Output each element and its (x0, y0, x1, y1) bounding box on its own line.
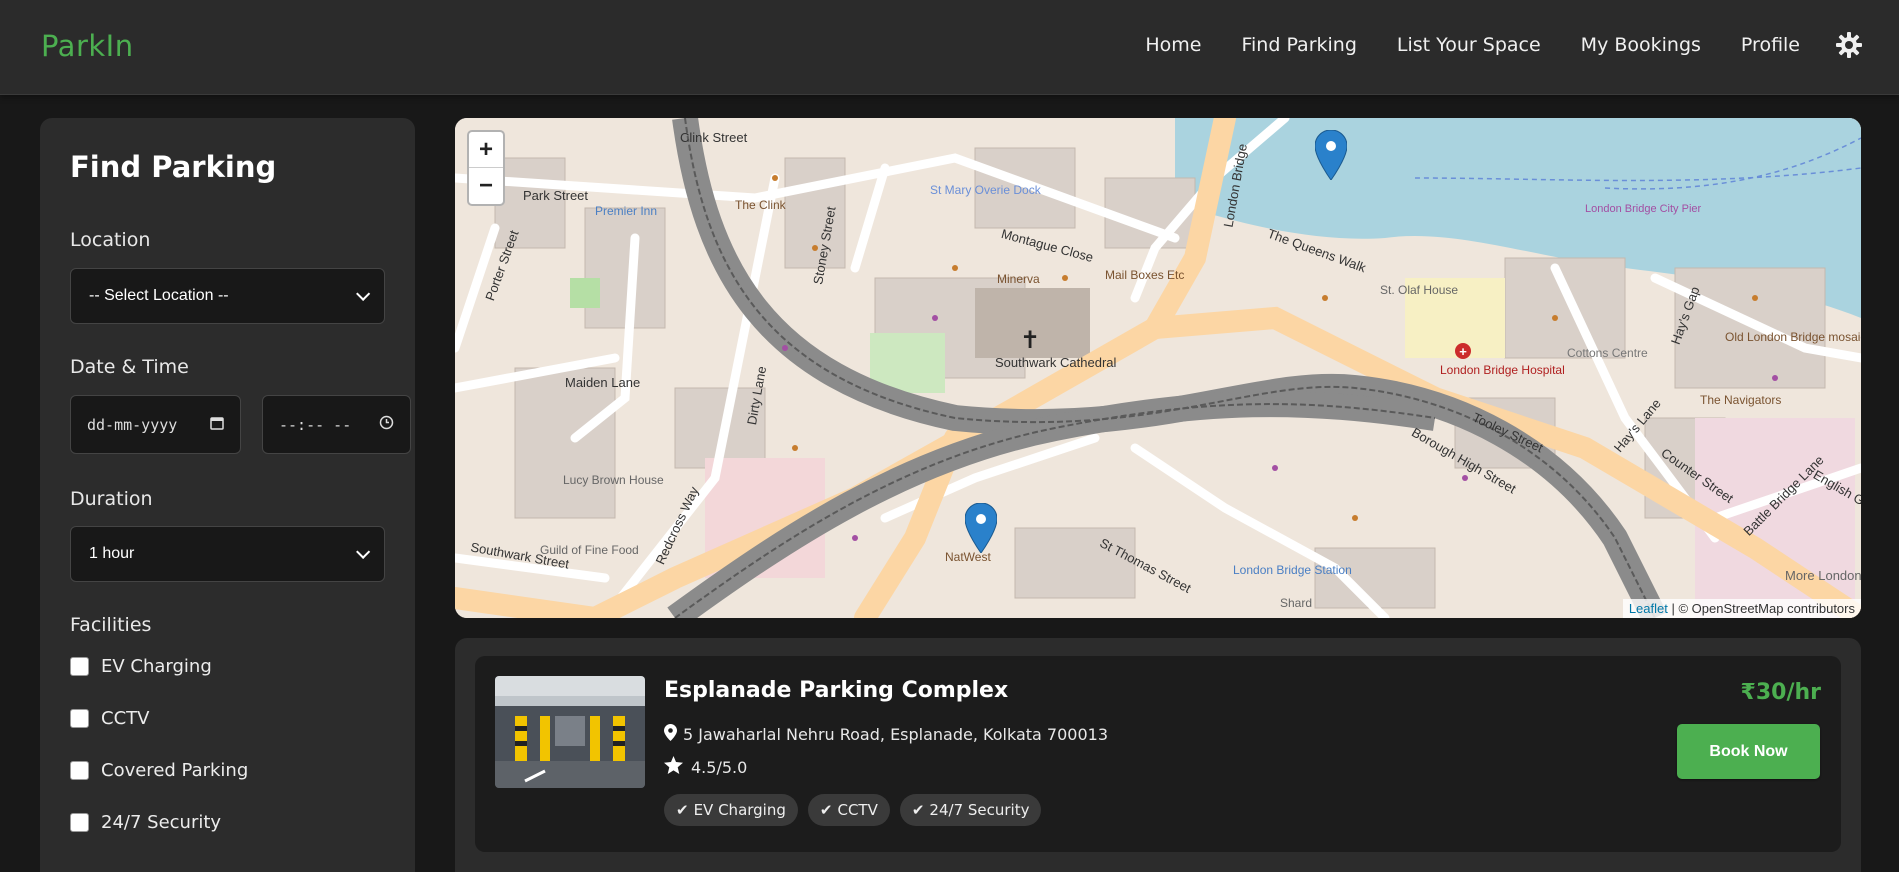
map-label: Mail Boxes Etc (1105, 268, 1185, 282)
parking-map[interactable]: ✝ + Clink Street Park Street Premier Inn… (455, 118, 1861, 618)
map-label: Lucy Brown House (563, 473, 664, 487)
location-select-value: -- Select Location -- (89, 287, 229, 304)
parking-price: ₹30/hr (1740, 680, 1821, 705)
parking-thumbnail (495, 676, 645, 788)
main-nav: Home Find Parking List Your Space My Boo… (1145, 34, 1800, 56)
map-marker-icon[interactable] (964, 502, 998, 557)
parking-rating: 4.5/5.0 (664, 756, 747, 778)
checkbox[interactable] (70, 709, 89, 728)
map-marker-icon[interactable] (1314, 129, 1348, 184)
duration-select-value: 1 hour (89, 545, 135, 562)
book-now-button[interactable]: Book Now (1677, 724, 1820, 779)
nav-home[interactable]: Home (1145, 34, 1201, 56)
facility-label: Covered Parking (101, 760, 249, 781)
map-label: London Bridge Station (1233, 563, 1352, 577)
checkbox[interactable] (70, 657, 89, 676)
checkbox[interactable] (70, 761, 89, 780)
facility-label: EV Charging (101, 656, 212, 677)
gear-icon[interactable] (1834, 30, 1864, 60)
map-label: Southwark Cathedral (995, 355, 1117, 370)
check-icon: ✔ (676, 801, 689, 819)
facility-tags: ✔ EV Charging ✔ CCTV ✔ 24/7 Security (664, 794, 1042, 826)
facility-tag: ✔ EV Charging (664, 794, 798, 826)
svg-text:✝: ✝ (1020, 327, 1040, 354)
sidebar-title: Find Parking (70, 150, 277, 184)
datetime-label: Date & Time (70, 356, 189, 378)
map-label: London Bridge City Pier (1585, 203, 1702, 215)
zoom-out-button[interactable]: − (469, 168, 503, 204)
top-navbar: ParkIn Home Find Parking List Your Space… (0, 0, 1899, 95)
star-icon (664, 756, 683, 778)
zoom-control: + − (467, 130, 505, 206)
map-label: Shard (1280, 596, 1313, 610)
map-label: Park Street (523, 188, 589, 203)
chevron-down-icon (356, 286, 371, 301)
facility-cctv[interactable]: CCTV (70, 708, 149, 729)
map-label: The Clink (735, 198, 786, 212)
parking-address: 5 Jawaharlal Nehru Road, Esplanade, Kolk… (664, 724, 1108, 745)
duration-label: Duration (70, 488, 153, 510)
facility-tag: ✔ CCTV (807, 794, 890, 826)
map-label: Minerva (997, 272, 1040, 286)
zoom-in-button[interactable]: + (469, 132, 503, 168)
parking-name[interactable]: Esplanade Parking Complex (664, 678, 1008, 703)
tag-label: CCTV (837, 801, 878, 819)
time-placeholder: --:-- -- (279, 415, 352, 434)
checkbox[interactable] (70, 813, 89, 832)
location-label: Location (70, 229, 151, 251)
calendar-icon (210, 416, 224, 434)
chevron-down-icon (356, 544, 371, 559)
facilities-label: Facilities (70, 614, 152, 636)
check-icon: ✔ (911, 801, 925, 819)
attribution-text: | © OpenStreetMap contributors (1671, 601, 1856, 616)
address-text: 5 Jawaharlal Nehru Road, Esplanade, Kolk… (683, 725, 1108, 744)
leaflet-link[interactable]: Leaflet (1629, 601, 1668, 616)
facility-covered-parking[interactable]: Covered Parking (70, 760, 248, 781)
map-label: Cottons Centre (1567, 346, 1648, 360)
nav-list-your-space[interactable]: List Your Space (1397, 34, 1541, 56)
location-pin-icon (664, 724, 677, 745)
map-label: Old London Bridge mosaic (1725, 330, 1861, 344)
facility-ev-charging[interactable]: EV Charging (70, 656, 212, 677)
filter-sidebar: Find Parking Location -- Select Location… (40, 118, 415, 872)
nav-profile[interactable]: Profile (1741, 34, 1800, 56)
results-panel: Esplanade Parking Complex 5 Jawaharlal N… (455, 638, 1861, 872)
map-label: Clink Street (680, 130, 748, 145)
map-label: London Bridge Hospital (1440, 363, 1565, 377)
brand-logo[interactable]: ParkIn (41, 29, 134, 63)
parking-card[interactable]: Esplanade Parking Complex 5 Jawaharlal N… (475, 656, 1841, 852)
map-label: The Navigators (1700, 393, 1782, 407)
map-label: St Mary Overie Dock (930, 183, 1041, 197)
location-select[interactable]: -- Select Location -- (70, 268, 385, 324)
map-label: St. Olaf House (1380, 283, 1459, 297)
facility-247-security[interactable]: 24/7 Security (70, 812, 221, 833)
check-icon: ✔ (819, 801, 833, 819)
nav-find-parking[interactable]: Find Parking (1241, 34, 1356, 56)
map-label: Premier Inn (595, 204, 658, 218)
nav-my-bookings[interactable]: My Bookings (1581, 34, 1701, 56)
facility-label: CCTV (101, 708, 150, 729)
map-label: More London (1785, 568, 1861, 583)
tag-label: 24/7 Security (929, 801, 1030, 819)
clock-icon (379, 415, 394, 434)
rating-text: 4.5/5.0 (691, 757, 748, 777)
date-input[interactable]: dd-mm-yyyy (70, 395, 241, 454)
tag-label: EV Charging (693, 801, 786, 819)
facility-label: 24/7 Security (101, 812, 222, 833)
facility-tag: ✔ 24/7 Security (899, 794, 1042, 826)
date-placeholder: dd-mm-yyyy (87, 415, 178, 434)
duration-select[interactable]: 1 hour (70, 526, 385, 582)
map-attribution: Leaflet | © OpenStreetMap contributors (1622, 599, 1861, 618)
time-input[interactable]: --:-- -- (262, 395, 411, 454)
map-label: Maiden Lane (565, 375, 641, 390)
svg-text:+: + (1459, 344, 1467, 359)
